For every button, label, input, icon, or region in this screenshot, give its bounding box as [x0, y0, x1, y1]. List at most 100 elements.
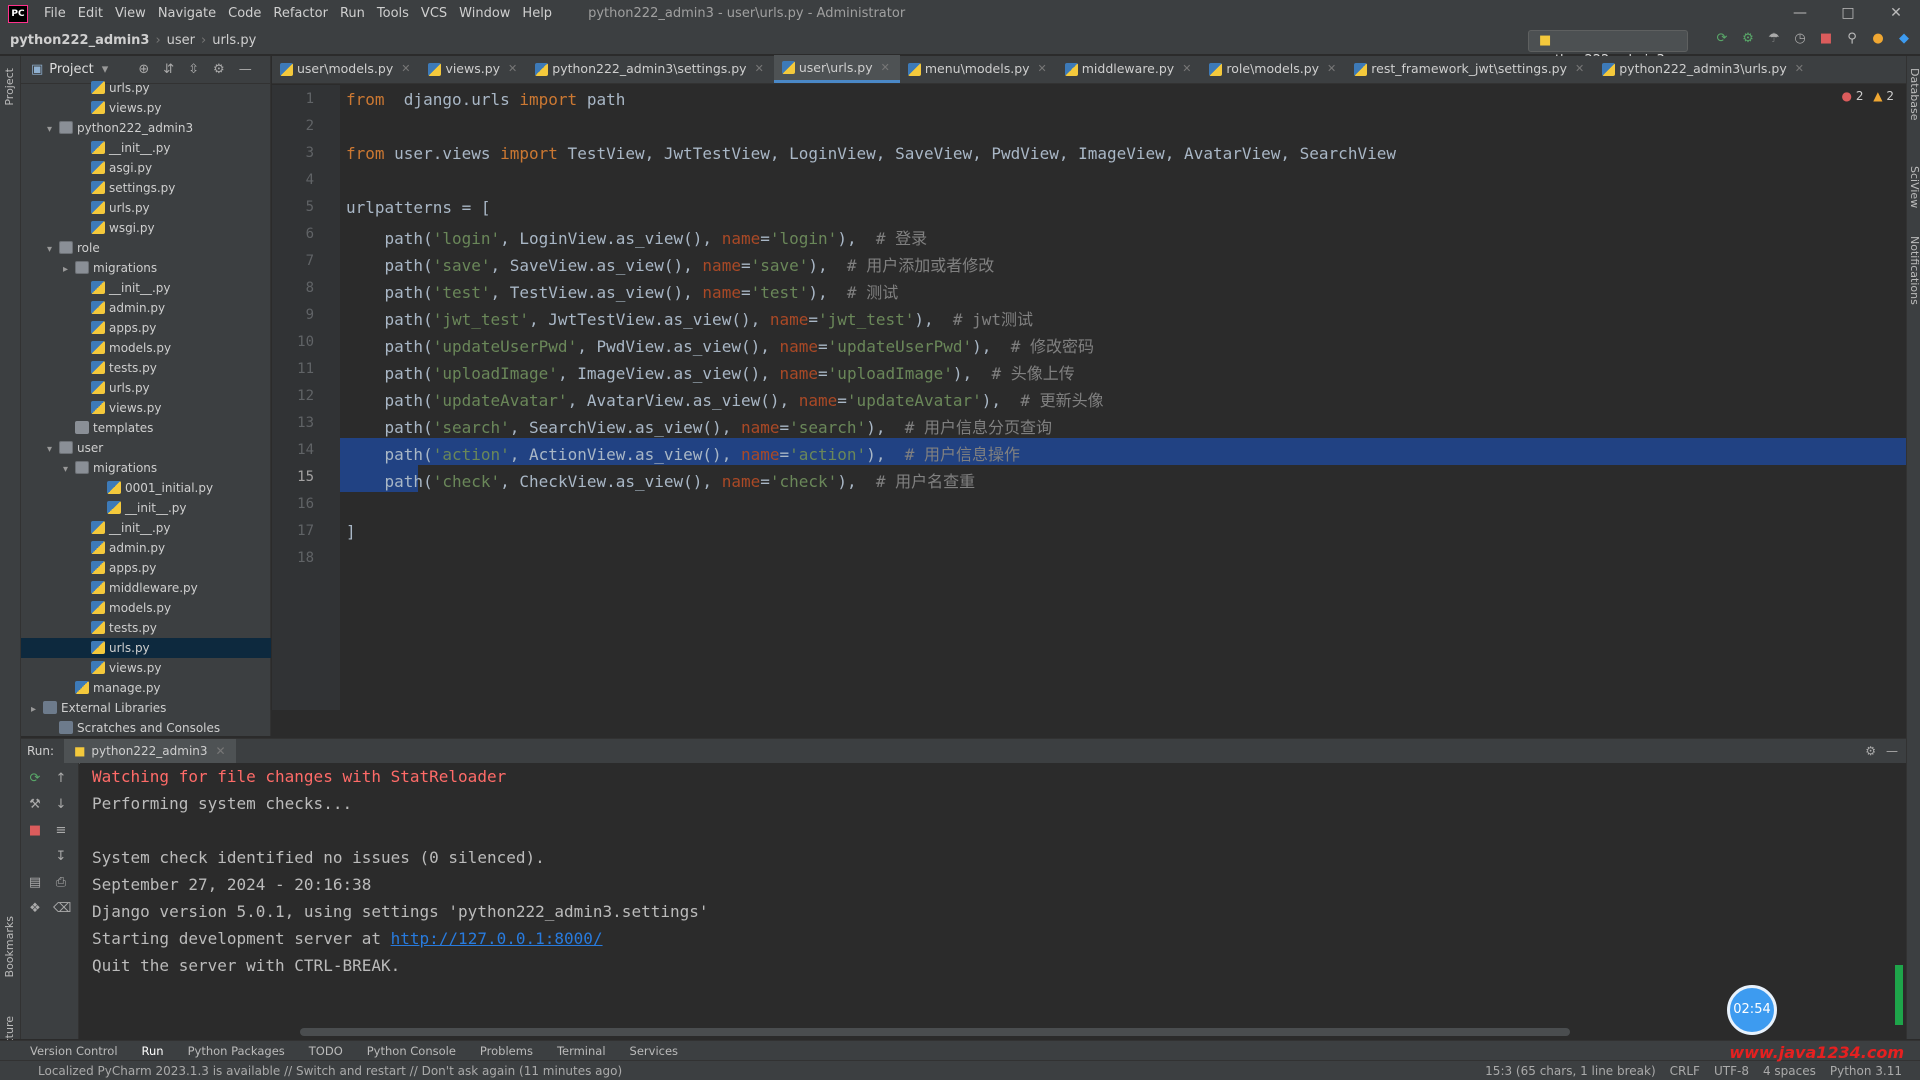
- code-line[interactable]: ]: [346, 522, 356, 541]
- stop-icon[interactable]: ■: [27, 823, 43, 839]
- tree-item[interactable]: __init__.py: [21, 278, 271, 298]
- locate-icon[interactable]: ⊕: [138, 62, 149, 77]
- chevron-down-icon[interactable]: ▾: [47, 240, 59, 260]
- tree-item[interactable]: ▾ role: [21, 238, 271, 258]
- project-panel-title[interactable]: Project: [49, 62, 93, 77]
- menu-code[interactable]: Code: [222, 6, 267, 21]
- editor-tab[interactable]: role\models.py ✕: [1201, 55, 1346, 83]
- code-line[interactable]: path('uploadImage', ImageView.as_view(),…: [346, 360, 1075, 384]
- menu-tools[interactable]: Tools: [371, 6, 415, 21]
- tool-window-run[interactable]: Run: [142, 1044, 164, 1058]
- update-icon[interactable]: ●: [1870, 31, 1886, 47]
- tool-window-services[interactable]: Services: [630, 1044, 679, 1058]
- tree-item[interactable]: __init__.py: [21, 498, 271, 518]
- code-line[interactable]: path('updateUserPwd', PwdView.as_view(),…: [346, 333, 1094, 357]
- profile-icon[interactable]: ◷: [1792, 31, 1808, 47]
- menu-file[interactable]: File: [38, 6, 72, 21]
- stripe-project[interactable]: Project: [3, 68, 16, 106]
- trash-icon[interactable]: ⌫: [53, 901, 71, 917]
- menu-refactor[interactable]: Refactor: [267, 6, 334, 21]
- close-icon[interactable]: ✕: [1795, 55, 1804, 83]
- stop-icon[interactable]: ■: [1818, 31, 1834, 47]
- pin-icon[interactable]: ❖: [27, 901, 43, 917]
- close-icon[interactable]: ✕: [1575, 55, 1584, 83]
- editor-tab[interactable]: python222_admin3\urls.py ✕: [1594, 55, 1814, 83]
- editor-tab[interactable]: menu\models.py ✕: [900, 55, 1057, 83]
- gear-icon[interactable]: ⚙: [213, 62, 225, 77]
- close-icon[interactable]: ✕: [508, 55, 517, 83]
- stripe-notifications[interactable]: Notifications: [1908, 236, 1920, 305]
- code-line[interactable]: path('jwt_test', JwtTestView.as_view(), …: [346, 306, 1034, 330]
- rerun-icon[interactable]: ⟳: [1714, 31, 1730, 47]
- breadcrumb-project[interactable]: python222_admin3: [10, 33, 149, 48]
- tree-item[interactable]: admin.py: [21, 538, 271, 558]
- tree-item[interactable]: admin.py: [21, 298, 271, 318]
- editor-tab[interactable]: middleware.py ✕: [1057, 55, 1202, 83]
- tree-item[interactable]: 0001_initial.py: [21, 478, 271, 498]
- tree-item[interactable]: templates: [21, 418, 271, 438]
- chevron-right-icon[interactable]: ▸: [63, 260, 75, 280]
- maximize-icon[interactable]: □: [1824, 0, 1872, 27]
- tree-item[interactable]: urls.py: [21, 638, 271, 658]
- menu-vcs[interactable]: VCS: [415, 6, 453, 21]
- tree-item[interactable]: tests.py: [21, 358, 271, 378]
- menu-window[interactable]: Window: [453, 6, 516, 21]
- tree-item[interactable]: __init__.py: [21, 138, 271, 158]
- indent-setting[interactable]: 4 spaces: [1763, 1064, 1816, 1078]
- status-message[interactable]: Localized PyCharm 2023.1.3 is available …: [38, 1064, 622, 1078]
- menu-view[interactable]: View: [109, 6, 152, 21]
- code-editor[interactable]: 1 2 3 4 5 6 7 8 9 10 11 12 13 14 15 16 17 18 ● 2 ▲ 2 from…: [272, 85, 1906, 710]
- editor-tab[interactable]: python222_admin3\settings.py ✕: [527, 55, 774, 83]
- tree-item[interactable]: views.py: [21, 658, 271, 678]
- tree-item[interactable]: views.py: [21, 98, 271, 118]
- close-icon[interactable]: ✕: [1182, 55, 1191, 83]
- inspection-widget[interactable]: ● 2 ▲ 2: [1842, 89, 1894, 103]
- tree-item[interactable]: tests.py: [21, 618, 271, 638]
- code-line[interactable]: path('updateAvatar', AvatarView.as_view(…: [346, 387, 1104, 411]
- tree-item[interactable]: views.py: [21, 398, 271, 418]
- tree-item[interactable]: ▸ External Libraries: [21, 698, 271, 718]
- code-line[interactable]: urlpatterns = [: [346, 198, 491, 217]
- close-icon[interactable]: ✕: [216, 739, 226, 764]
- close-icon[interactable]: ✕: [1327, 55, 1336, 83]
- plugin-icon[interactable]: ◆: [1896, 31, 1912, 47]
- collapse-all-icon[interactable]: ⇳: [188, 62, 199, 77]
- tree-item[interactable]: apps.py: [21, 318, 271, 338]
- gear-icon[interactable]: ⚙: [1865, 744, 1876, 758]
- editor-tab[interactable]: user\models.py ✕: [272, 55, 420, 83]
- tree-item[interactable]: apps.py: [21, 558, 271, 578]
- print-icon[interactable]: ⎙: [53, 875, 69, 891]
- vertical-scrollbar[interactable]: [1895, 965, 1903, 1025]
- tree-item[interactable]: middleware.py: [21, 578, 271, 598]
- tree-item[interactable]: manage.py: [21, 678, 271, 698]
- search-icon[interactable]: ⚲: [1844, 31, 1860, 47]
- code-line[interactable]: path('check', CheckView.as_view(), name=…: [346, 468, 976, 492]
- run-tab[interactable]: ■ python222_admin3 ✕: [64, 738, 236, 764]
- code-line[interactable]: path('test', TestView.as_view(), name='t…: [346, 279, 899, 303]
- tree-item[interactable]: urls.py: [21, 378, 271, 398]
- tool-window-python-packages[interactable]: Python Packages: [188, 1044, 285, 1058]
- tree-item[interactable]: urls.py: [21, 78, 271, 98]
- soft-wrap-icon[interactable]: ≡: [53, 823, 69, 839]
- menu-edit[interactable]: Edit: [72, 6, 109, 21]
- caret-position[interactable]: 15:3 (65 chars, 1 line break): [1485, 1064, 1655, 1078]
- expand-all-icon[interactable]: ⇵: [163, 62, 174, 77]
- tree-item[interactable]: ▾ python222_admin3: [21, 118, 271, 138]
- code-line[interactable]: path('save', SaveView.as_view(), name='s…: [346, 252, 995, 276]
- tree-item[interactable]: __init__.py: [21, 518, 271, 538]
- tool-window-terminal[interactable]: Terminal: [557, 1044, 606, 1058]
- tree-item[interactable]: wsgi.py: [21, 218, 271, 238]
- tree-item[interactable]: ▾ user: [21, 438, 271, 458]
- down-icon[interactable]: ↓: [53, 797, 69, 813]
- minimize-icon[interactable]: —: [1776, 0, 1824, 27]
- breadcrumb-file[interactable]: urls.py: [212, 33, 256, 48]
- editor-tab[interactable]: user\urls.py ✕: [773, 55, 900, 83]
- chevron-down-icon[interactable]: ▾: [102, 62, 109, 77]
- chevron-down-icon[interactable]: ▾: [47, 120, 59, 140]
- code-line[interactable]: path('login', LoginView.as_view(), name=…: [346, 225, 928, 249]
- close-icon[interactable]: ✕: [1872, 0, 1920, 27]
- tree-item[interactable]: models.py: [21, 598, 271, 618]
- menu-navigate[interactable]: Navigate: [152, 6, 222, 21]
- hide-icon[interactable]: —: [239, 62, 252, 77]
- stripe-bookmarks[interactable]: Bookmarks: [3, 916, 16, 977]
